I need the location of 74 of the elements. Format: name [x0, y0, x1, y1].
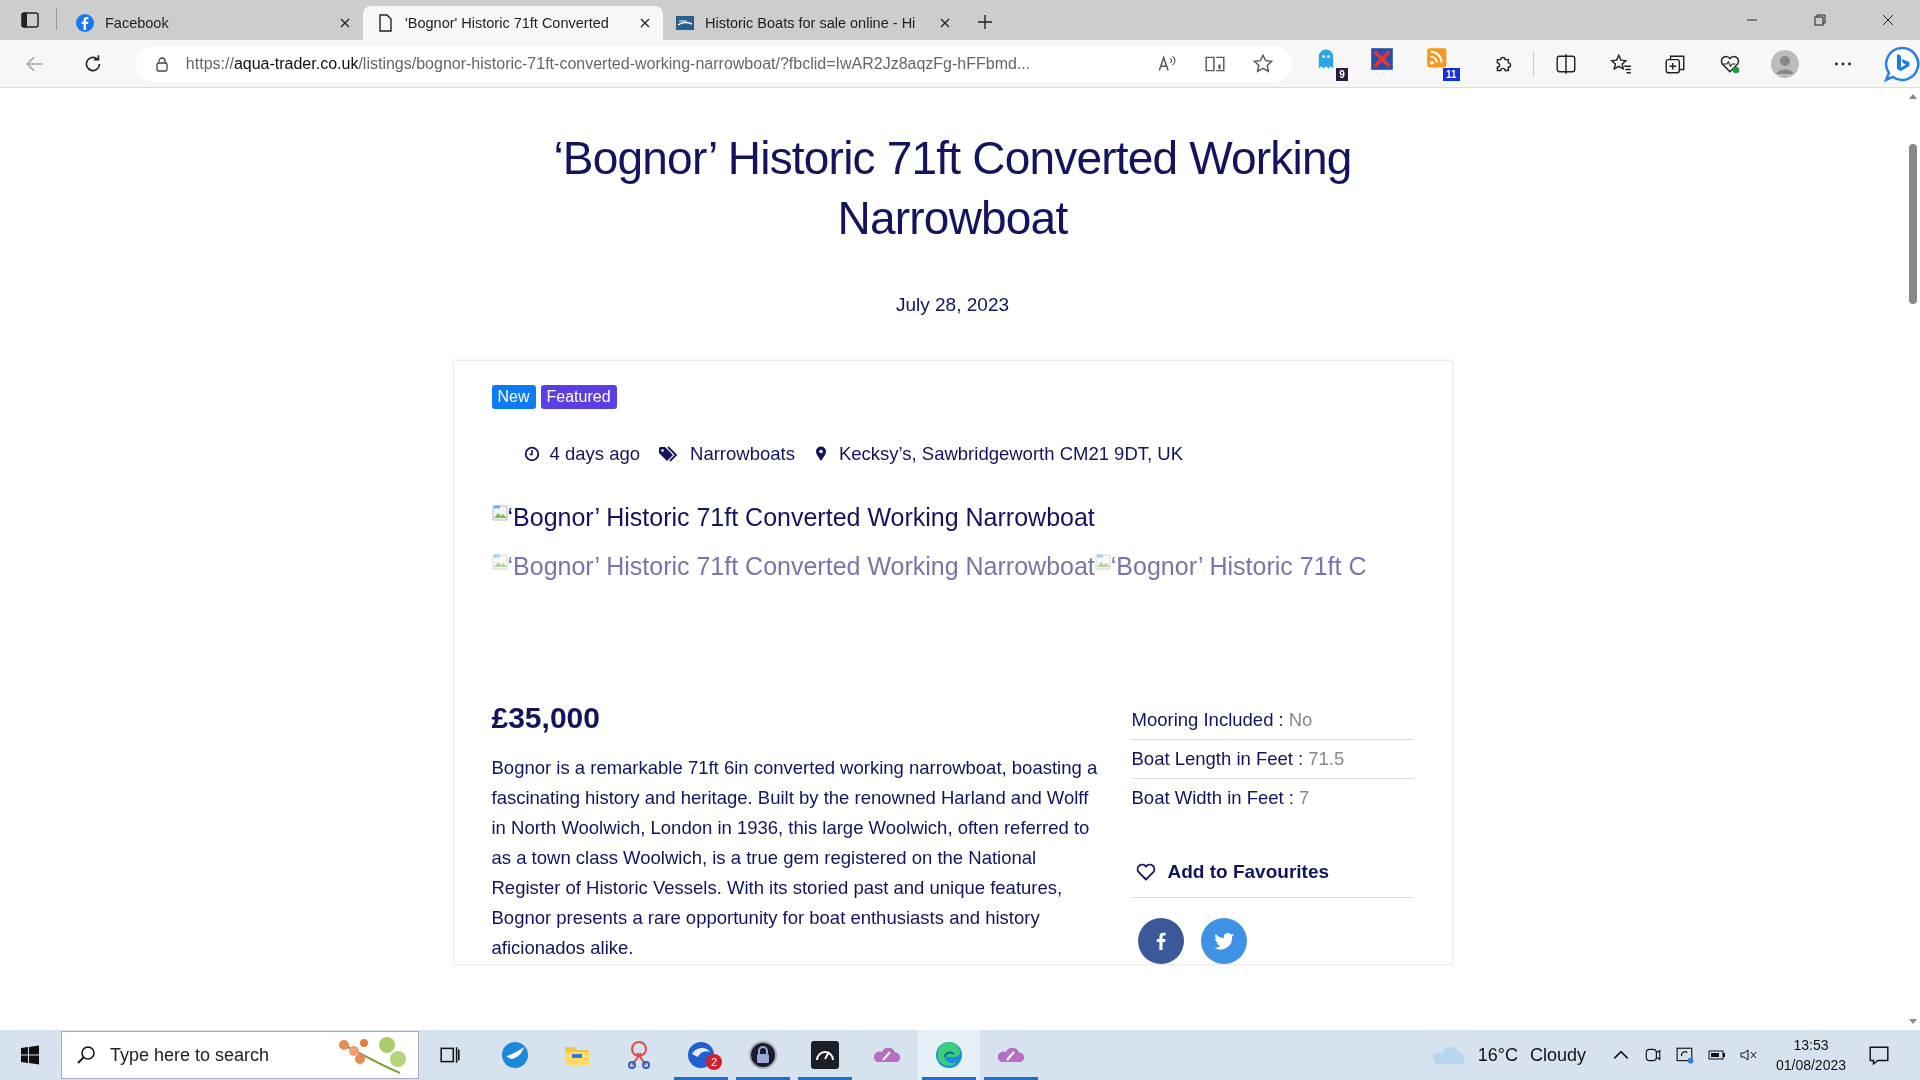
lock-icon [153, 55, 170, 72]
category-link[interactable]: Narrowboats [690, 443, 795, 465]
facebook-share-icon[interactable] [1137, 918, 1184, 964]
browser-logo-icon [934, 1040, 964, 1070]
monitor-sync-icon[interactable] [1675, 1046, 1694, 1064]
notification-icon[interactable] [1868, 1044, 1890, 1066]
close-icon[interactable] [639, 17, 651, 29]
scroll-up-icon[interactable] [1907, 92, 1918, 100]
extension-button[interactable]: 11 [1425, 46, 1460, 81]
clock-date[interactable]: 01/08/2023 [1775, 1055, 1846, 1075]
broken-image-icon [491, 554, 508, 570]
padlock-icon [748, 1040, 778, 1070]
price: £35,000 [491, 701, 601, 735]
browser-tab[interactable]: 'Bognor' Historic 71ft Converted [363, 6, 663, 40]
taskbar-search-field[interactable]: Type here to search [61, 1031, 419, 1079]
cloud-icon [1431, 1044, 1466, 1066]
heart-icon [1135, 863, 1156, 881]
description-text: Bognor is a remarkable 71ft 6in converted working narrowboat, boasting a fascinating history and heritage. Built by the renowned Harland and Wolff in North Woolwich, London in 1936, this large Woolwich, often referred to as a town class Woolwich, is a true gem registered on the National Register of Historic Vessels. With its storied past and unique features, Bognor presents a rare opportunity for boat enthusiasts and history aficionados alike. [491, 756, 1099, 960]
broken-image-icon [1094, 554, 1111, 570]
image-alt-text: ‘Bognor’ Historic 71ft Converted Working Narrowboat [507, 503, 1095, 532]
chat-bubble-icon[interactable] [1884, 45, 1920, 82]
bird-icon [500, 1040, 530, 1070]
star-icon[interactable] [1252, 52, 1274, 75]
count-badge: 11 [1443, 67, 1460, 81]
new-tab-icon[interactable] [977, 14, 993, 30]
listing-title: ‘Bognor’ Historic 71ft Converted Working Narrowboat [552, 131, 1353, 246]
tab-actions-icon[interactable] [20, 10, 40, 30]
count-badge: 9 [1336, 67, 1348, 81]
spec-value: No [1288, 709, 1313, 730]
address-bar[interactable]: https://aqua-trader.co.uk/listings/bognor-historic-71ft-converted-working-narrowboat/?fbclid=IwAR2Jz8aqzFg-hFFbmd... [135, 45, 1292, 82]
add-to-favourites-link[interactable]: Add to Favourites [1131, 851, 1414, 898]
tools-icon [1369, 46, 1394, 71]
clock-time[interactable]: 13:53 [1793, 1035, 1829, 1055]
split-screen-icon[interactable] [1554, 52, 1577, 75]
profile-avatar-icon[interactable] [1771, 49, 1800, 78]
close-icon[interactable] [939, 17, 951, 29]
speaker-muted-icon[interactable] [1739, 1046, 1758, 1064]
weather-text: Cloudy [1529, 1044, 1586, 1066]
listing-badge: New [491, 385, 536, 409]
location-link[interactable]: Kecksy’s, Sawbridgeworth CM21 9DT, UK [838, 443, 1183, 465]
spec-label: Boat Length in Feet : [1131, 748, 1304, 769]
taskbar-app-button[interactable]: 2 [670, 1030, 732, 1080]
search-icon [76, 1045, 96, 1065]
gauge-icon [810, 1040, 840, 1070]
scroll-down-icon[interactable] [1907, 1018, 1918, 1026]
camera-icon[interactable] [1643, 1046, 1662, 1064]
temperature-text: 16°C [1477, 1044, 1518, 1066]
scrollbar-thumb[interactable] [1908, 144, 1917, 304]
thumbnail-link[interactable]: ‘Bognor’ Historic 71ft C [1094, 552, 1367, 581]
clock-icon [523, 446, 540, 462]
posted-time: 4 days ago [549, 443, 640, 465]
restore-icon[interactable] [1814, 14, 1826, 26]
notification-badge: 2 [706, 1054, 722, 1070]
facebook-icon [75, 13, 95, 33]
spec-value: 71.5 [1308, 748, 1345, 769]
spec-label: Boat Width in Feet : [1131, 787, 1294, 808]
listing-date: July 28, 2023 [896, 294, 1009, 316]
boat-logo-icon [675, 13, 695, 33]
tags-icon [658, 446, 680, 462]
windows-logo-icon[interactable] [20, 1045, 40, 1065]
broken-image-icon [491, 505, 508, 521]
url-text: https://aqua-trader.co.uk/listings/bognor-historic-71ft-converted-working-narrowboat/?fbclid=IwAR2Jz8aqzFg-hFFbmd... [185, 54, 1032, 73]
twitter-share-icon[interactable] [1200, 918, 1247, 964]
browser-tab[interactable]: Facebook [63, 6, 363, 40]
task-view-icon[interactable] [439, 1044, 461, 1066]
spec-label: Mooring Included : [1131, 709, 1284, 730]
thumbnail-link[interactable]: ‘Bognor’ Historic 71ft Converted Working Narrowboat [491, 552, 1095, 581]
close-icon[interactable] [339, 17, 351, 29]
favorites-icon[interactable] [1609, 52, 1632, 75]
spec-value: 7 [1298, 787, 1310, 808]
extension-button[interactable]: 9 [1314, 46, 1348, 81]
listing-badge: Featured [540, 385, 617, 409]
browser-tab[interactable]: Historic Boats for sale online - Hi [663, 6, 963, 40]
close-icon[interactable] [1882, 14, 1894, 26]
